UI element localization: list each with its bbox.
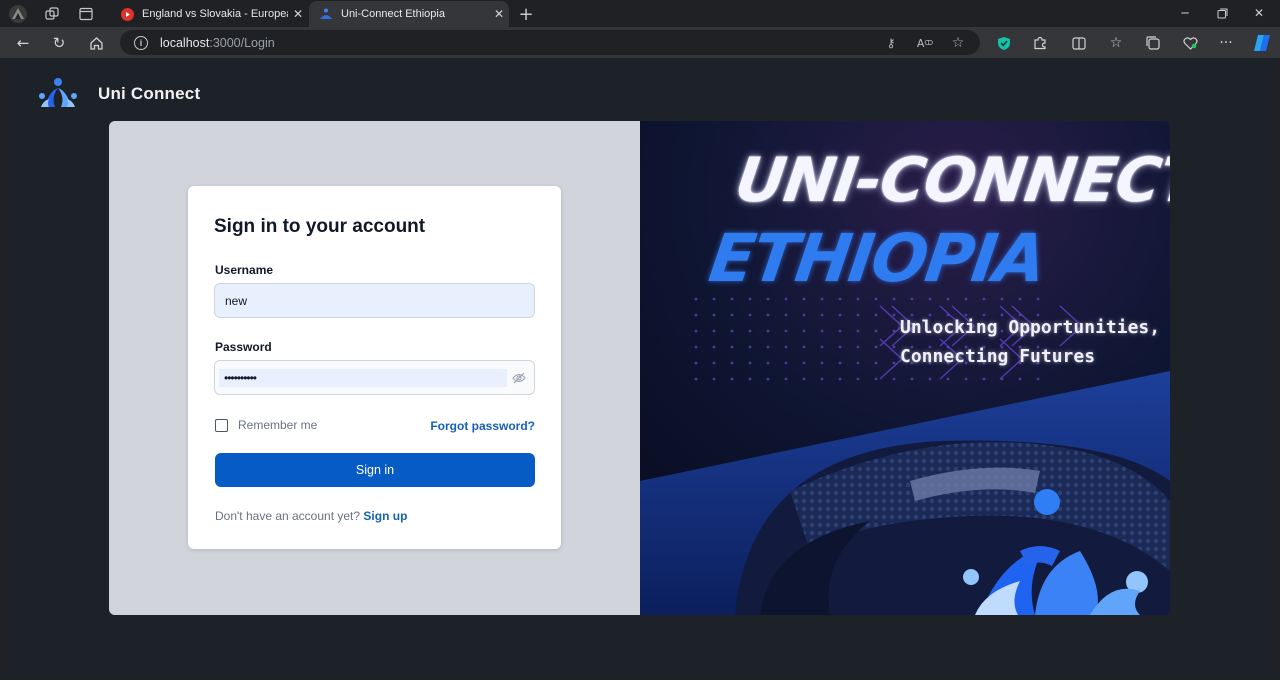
minimize-icon[interactable]: ─	[1167, 4, 1203, 22]
copilot-icon[interactable]	[1251, 32, 1273, 54]
password-input[interactable]: ••••••••••	[214, 360, 535, 395]
tab-uni-connect[interactable]: Uni-Connect Ethiopia ✕	[309, 1, 509, 27]
signup-prompt: Don't have an account yet?	[215, 509, 361, 523]
close-tab-icon[interactable]: ✕	[288, 7, 308, 21]
signin-card: Sign in to your account Username new Pas…	[188, 186, 561, 549]
maximize-icon[interactable]	[1204, 4, 1240, 22]
username-value: new	[225, 293, 248, 308]
toggle-password-visibility-icon[interactable]	[509, 367, 531, 389]
back-icon[interactable]: ←	[12, 32, 34, 54]
profile-avatar-icon[interactable]	[8, 4, 28, 24]
signin-title: Sign in to your account	[214, 216, 426, 237]
signup-row: Don't have an account yet? Sign up	[215, 509, 407, 523]
browser-toolbar: ← ↻ i localhost :3000/Login ⚷ Aↀ ☆ ☆ ···	[0, 27, 1280, 58]
extensions-puzzle-icon[interactable]	[1029, 32, 1051, 54]
extension-shield-icon[interactable]	[993, 32, 1015, 54]
banner-title-line1: UNI-CONNECT	[731, 145, 1170, 216]
home-icon[interactable]	[85, 32, 107, 54]
username-label: Username	[215, 263, 274, 277]
remember-me[interactable]: Remember me	[215, 418, 317, 432]
uniconnect-logo-icon	[39, 78, 77, 107]
address-bar[interactable]: i localhost :3000/Login ⚷ Aↀ ☆	[120, 30, 980, 55]
brand-name: Uni Connect	[98, 84, 201, 103]
password-label: Password	[215, 340, 272, 354]
form-area: Sign in to your account Username new Pas…	[109, 121, 640, 615]
reload-icon[interactable]: ↻	[48, 32, 70, 54]
split-screen-icon[interactable]	[1068, 32, 1090, 54]
tab-england-vs-slovakia[interactable]: England vs Slovakia - European C ✕	[110, 1, 308, 27]
collections-icon[interactable]	[1142, 32, 1164, 54]
site-info-icon[interactable]: i	[134, 35, 148, 50]
favorites-icon[interactable]: ☆	[1105, 32, 1127, 54]
workspaces-icon[interactable]	[42, 4, 62, 24]
favorite-star-icon[interactable]: ☆	[949, 34, 967, 52]
browser-essentials-icon[interactable]	[1179, 32, 1201, 54]
banner-tagline-line1: Unlocking Opportunities,	[900, 317, 1161, 338]
youtube-icon	[120, 7, 134, 21]
tab-title: England vs Slovakia - European C	[142, 8, 288, 20]
remember-me-checkbox[interactable]	[215, 418, 228, 432]
sign-in-button[interactable]: Sign in	[215, 453, 535, 487]
username-input[interactable]: new	[214, 283, 535, 318]
key-icon[interactable]: ⚷	[882, 34, 900, 52]
close-window-icon[interactable]: ✕	[1241, 4, 1277, 22]
tab-title: Uni-Connect Ethiopia	[341, 8, 445, 20]
page-content: Uni Connect Sign in to your account User…	[3, 59, 1277, 678]
forgot-password-link[interactable]: Forgot password?	[430, 419, 535, 433]
banner-title-line2: ETHIOPIA	[704, 220, 1050, 297]
promo-banner: UNI-CONNECT ETHIOPIA Unlocking Opportuni…	[640, 121, 1170, 615]
new-tab-icon[interactable]: +	[516, 4, 536, 25]
tab-actions-icon[interactable]	[76, 4, 96, 24]
password-value: ••••••••••	[219, 368, 507, 387]
browser-tab-bar: England vs Slovakia - European C ✕ Uni-C…	[0, 0, 1280, 27]
url-host: localhost	[160, 35, 210, 50]
close-tab-icon[interactable]: ✕	[489, 7, 509, 21]
read-aloud-icon[interactable]: Aↀ	[916, 34, 934, 52]
brand-header[interactable]: Uni Connect	[37, 77, 200, 111]
more-options-icon[interactable]: ···	[1215, 32, 1237, 54]
uniconnect-icon	[319, 7, 333, 21]
banner-tagline: Unlocking Opportunities, Connecting Futu…	[900, 313, 1160, 371]
remember-me-label: Remember me	[238, 418, 318, 432]
login-panel: Sign in to your account Username new Pas…	[109, 121, 1170, 615]
url-path: :3000/Login	[209, 35, 275, 50]
sign-up-link[interactable]: Sign up	[363, 509, 407, 523]
banner-tagline-line2: Connecting Futures	[900, 346, 1096, 367]
